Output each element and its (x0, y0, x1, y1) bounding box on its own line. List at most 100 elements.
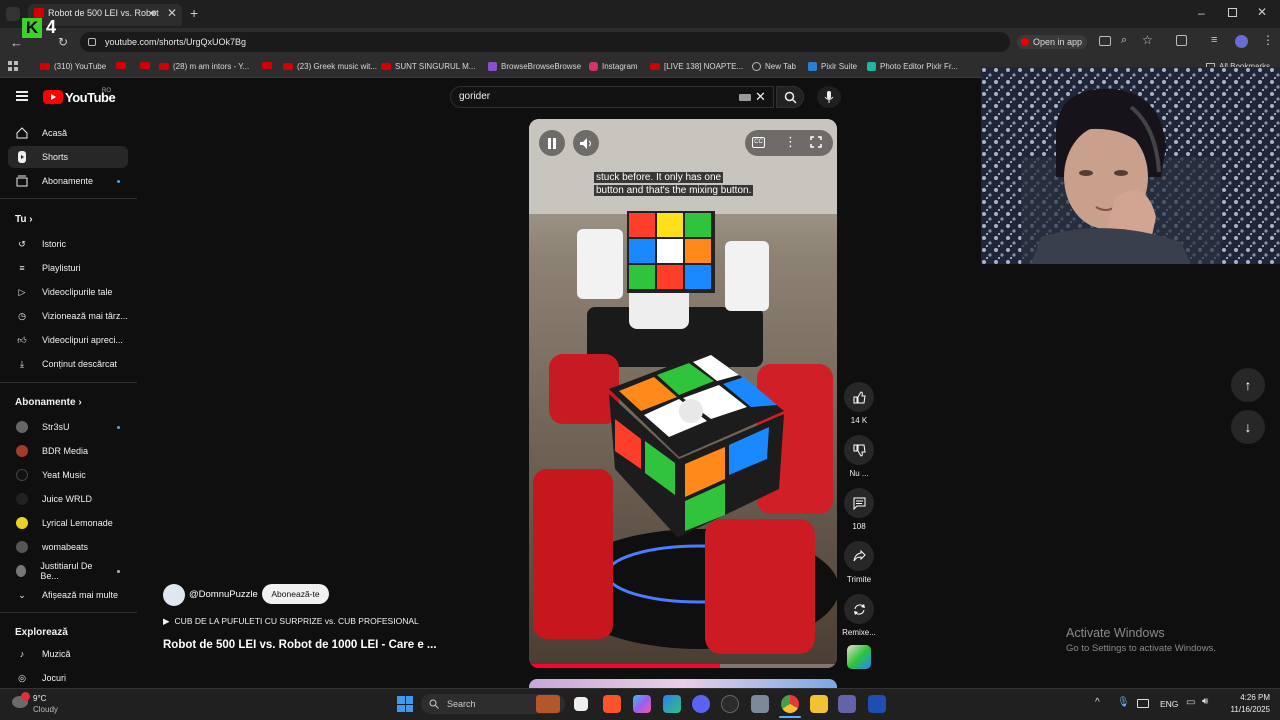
channel-handle[interactable]: @DomnuPuzzle (189, 589, 258, 600)
chrome-icon[interactable] (781, 695, 799, 713)
speaker-icon[interactable]: 🔊︎ (1202, 696, 1208, 707)
channel-avatar[interactable] (163, 584, 185, 606)
language-indicator[interactable]: ENG (1160, 699, 1178, 709)
sidebar-item-liked-videos[interactable]: 👍︎ Videoclipuri apreci... (8, 329, 128, 351)
maximize-button[interactable] (1228, 8, 1237, 17)
sidebar-item-history[interactable]: ↺ Istoric (8, 233, 128, 255)
search-input[interactable] (450, 86, 774, 108)
sidebar-item-your-videos[interactable]: ▷ Videoclipurile tale (8, 281, 128, 303)
clock-date[interactable]: 11/16/2025 (1220, 705, 1270, 714)
windows-start-icon[interactable] (397, 696, 413, 712)
short-title[interactable]: Robot de 500 LEI vs. Robot de 1000 LEI -… (163, 639, 437, 651)
obs-icon[interactable] (721, 695, 739, 713)
extensions-icon[interactable] (1176, 35, 1187, 46)
brave-browser-icon[interactable] (603, 695, 621, 713)
show-hidden-icons[interactable]: ^ (1095, 697, 1100, 708)
teams-icon[interactable] (838, 695, 856, 713)
keyboard-icon[interactable] (739, 94, 751, 101)
short-video-player[interactable] (529, 119, 837, 668)
sidebar-item-watch-later[interactable]: ◷ Vizionează mai târz... (8, 305, 128, 327)
site-info-icon[interactable] (88, 38, 96, 46)
pause-button[interactable] (539, 130, 565, 156)
zoom-icon[interactable]: ⌕ (1121, 34, 1127, 47)
clock-time[interactable]: 4:26 PM (1226, 693, 1270, 702)
subscription-channel[interactable]: Str3sU (8, 416, 128, 438)
comments-button[interactable]: 108 (842, 488, 876, 531)
tab-search-button[interactable] (6, 7, 20, 21)
bookmark-item[interactable]: (23) Greek music wit... (283, 62, 377, 71)
translate-icon[interactable] (1099, 36, 1111, 46)
sidebar-item-home[interactable]: Acasă (8, 122, 128, 144)
bookmark-item[interactable]: SUNT SINGURUL M... (381, 62, 475, 71)
bookmark-item[interactable] (262, 62, 272, 69)
bookmark-item[interactable]: Instagram (589, 62, 638, 71)
new-tab-button[interactable]: + (190, 5, 198, 21)
tab-close-icon[interactable]: ✕ (167, 6, 177, 20)
hamburger-menu-icon[interactable] (16, 91, 28, 101)
volume-button[interactable] (573, 130, 599, 156)
task-view-icon[interactable] (574, 697, 588, 711)
section-subscriptions-header[interactable]: Abonamente › (15, 397, 82, 408)
subscribe-button[interactable]: Abonează-te (262, 584, 329, 604)
browser-menu-icon[interactable]: ⋮ (1262, 33, 1274, 47)
sound-thumbnail[interactable] (847, 645, 871, 669)
remix-button[interactable]: Remixe... (842, 594, 876, 637)
edge-icon[interactable] (663, 695, 681, 713)
bookmark-item[interactable]: (28) m am intors - Y... (159, 62, 249, 71)
sidebar-item-subscriptions[interactable]: Abonamente (8, 170, 128, 192)
subscription-channel[interactable]: Yeat Music (8, 464, 128, 486)
network-icon[interactable]: ▭ (1186, 697, 1195, 708)
sidebar-item-gaming[interactable]: ◎ Jocuri (8, 667, 128, 689)
subscription-channel[interactable]: womabeats (8, 536, 128, 558)
window-close-button[interactable]: ✕ (1257, 5, 1267, 19)
search-button[interactable] (776, 86, 804, 108)
subscription-channel[interactable]: Lyrical Lemonade (8, 512, 128, 534)
search-highlight-icon[interactable] (536, 695, 560, 713)
bookmark-item[interactable]: [LIVE 138] NOAPTE... (650, 62, 743, 71)
like-button[interactable]: 14 K (842, 382, 876, 425)
weather-temperature[interactable]: 9°C (33, 694, 46, 703)
sidebar-item-shorts[interactable]: Shorts (8, 146, 128, 168)
next-short-button[interactable]: ↓ (1231, 410, 1265, 444)
profile-avatar[interactable] (1235, 35, 1248, 48)
section-you-header[interactable]: Tu › (15, 214, 33, 225)
voice-search-button[interactable] (817, 86, 841, 108)
show-more-button[interactable]: ⌄ Afișează mai multe (8, 584, 128, 606)
previous-short-button[interactable]: ↑ (1231, 368, 1265, 402)
copilot-icon[interactable] (633, 695, 651, 713)
calculator-icon[interactable] (751, 695, 769, 713)
discord-icon[interactable] (692, 695, 710, 713)
bookmark-item[interactable] (116, 62, 126, 69)
youtube-logo-icon[interactable] (43, 90, 63, 104)
bookmark-item[interactable]: (310) YouTube (40, 62, 106, 71)
reload-icon[interactable]: ↻ (58, 35, 68, 49)
bookmark-item[interactable]: New Tab (752, 62, 796, 71)
subscription-channel[interactable]: BDR Media (8, 440, 128, 462)
dislike-button[interactable]: Nu ... (842, 435, 876, 478)
fullscreen-icon[interactable] (810, 136, 822, 148)
speaker-icon[interactable]: 🔊︎ (150, 8, 156, 19)
bookmark-item[interactable]: Pixlr Suite (808, 62, 857, 71)
bookmark-star-icon[interactable]: ☆ (1142, 33, 1153, 47)
apps-grid-icon[interactable] (8, 61, 18, 71)
file-explorer-icon[interactable] (810, 695, 828, 713)
bookmark-item[interactable]: BrowseBrowseBrowse (488, 62, 581, 71)
subscription-channel[interactable]: Justitiarul De Be... (8, 560, 128, 582)
captions-icon[interactable]: CC (752, 137, 765, 148)
minimize-button[interactable]: – (1198, 6, 1205, 20)
playlist-link[interactable]: ▶ CUB DE LA PUFULETI CU SURPRIZE vs. CUB … (163, 616, 419, 627)
more-options-icon[interactable]: ⋮ (784, 134, 797, 150)
bookmark-item[interactable] (140, 62, 150, 69)
microphone-icon[interactable]: 🎙︎ (1117, 697, 1130, 708)
reading-list-icon[interactable]: ≡ (1211, 34, 1217, 46)
bookmark-item[interactable]: Photo Editor Pixlr Fr... (867, 62, 958, 71)
keyboard-icon[interactable] (1137, 699, 1149, 708)
sidebar-item-music[interactable]: ♪ Muzică (8, 643, 128, 665)
open-in-app-button[interactable]: Open in app (1017, 35, 1087, 49)
share-button[interactable]: Trimite (842, 541, 876, 584)
sidebar-item-playlists[interactable]: ≡ Playlisturi (8, 257, 128, 279)
sidebar-item-downloads[interactable]: ⤓ Conținut descărcat (8, 353, 128, 375)
app-icon[interactable] (868, 695, 886, 713)
subscription-channel[interactable]: Juice WRLD (8, 488, 128, 510)
clear-search-icon[interactable]: ✕ (755, 89, 766, 105)
